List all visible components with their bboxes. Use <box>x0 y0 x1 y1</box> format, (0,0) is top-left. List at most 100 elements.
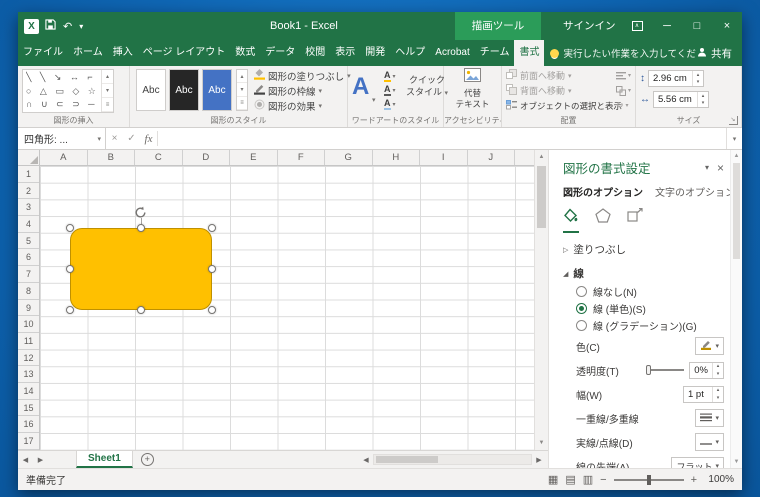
insert-function-icon[interactable]: fx <box>140 128 157 149</box>
ribbon-tab-ページ レイアウト[interactable]: ページ レイアウト <box>138 40 231 66</box>
shape-style-thumb-1[interactable]: Abc <box>136 69 166 111</box>
column-header-K[interactable]: K <box>515 150 534 165</box>
zoom-in-icon[interactable]: + <box>691 474 697 486</box>
radio-line-gradient[interactable]: 線 (グラデーション)(G) <box>576 317 724 334</box>
shape-style-thumb-2[interactable]: Abc <box>169 69 199 111</box>
quick-styles-button[interactable]: クイック スタイル ▾ <box>406 74 448 100</box>
ribbon-tab-校閲[interactable]: 校閲 <box>300 40 330 66</box>
spin-up-icon[interactable]: ▴ <box>713 387 723 395</box>
wordart-gallery-button[interactable]: A <box>352 70 369 104</box>
text-effects-button[interactable]: A▾ <box>384 97 396 111</box>
tell-me-search[interactable]: 実行したい作業を入力してください <box>550 40 697 66</box>
text-fill-button[interactable]: A▾ <box>384 69 396 83</box>
spin-up-icon[interactable]: ▴ <box>693 71 703 79</box>
formula-input[interactable] <box>158 128 726 149</box>
row-header-1[interactable]: 1 <box>18 166 39 183</box>
undo-icon[interactable]: ↶ <box>63 20 72 33</box>
tab-shape-options[interactable]: 図形のオプション <box>563 184 643 201</box>
sheet-nav-prev-icon[interactable]: ◀ <box>18 451 33 468</box>
ribbon-tab-Acrobat[interactable]: Acrobat <box>430 40 474 66</box>
column-header-I[interactable]: I <box>420 150 468 165</box>
spin-up-icon[interactable]: ▴ <box>713 363 723 371</box>
pane-options-icon[interactable]: ▾ <box>705 163 709 172</box>
sheet-nav-next-icon[interactable]: ▶ <box>33 451 48 468</box>
line-width-spinner[interactable]: 1 pt ▴▾ <box>683 386 724 403</box>
group-button[interactable]: ▾ <box>616 83 631 98</box>
column-header-D[interactable]: D <box>183 150 231 165</box>
sign-in-button[interactable]: サインイン <box>563 12 616 40</box>
pane-scroll-up-icon[interactable]: ▲ <box>731 150 742 162</box>
zoom-out-icon[interactable]: − <box>600 474 606 486</box>
effects-icon[interactable] <box>595 208 611 233</box>
resize-handle-e[interactable] <box>208 265 216 273</box>
shape-effects-button[interactable]: 図形の効果▾ <box>254 98 351 113</box>
row-header-11[interactable]: 11 <box>18 333 39 350</box>
column-header-B[interactable]: B <box>88 150 136 165</box>
ribbon-display-options-button[interactable]: ∧ <box>622 12 652 40</box>
pane-scroll-thumb[interactable] <box>733 163 740 259</box>
sheet-tab-sheet1[interactable]: Sheet1 <box>76 451 133 468</box>
vertical-scrollbar[interactable]: ▲ ▼ <box>534 150 548 450</box>
spin-down-icon[interactable]: ▾ <box>713 394 723 402</box>
line-section-header[interactable]: ◢ 線 <box>563 266 724 281</box>
shape-fill-button[interactable]: 図形の塗りつぶし▾ <box>254 68 351 83</box>
compound-type-dropdown[interactable]: ▾ <box>695 409 724 427</box>
row-header-9[interactable]: 9 <box>18 300 39 317</box>
scroll-right-icon[interactable]: ▶ <box>533 456 545 464</box>
align-button[interactable]: ▾ <box>616 68 631 83</box>
row-header-6[interactable]: 6 <box>18 249 39 266</box>
name-box-dropdown-icon[interactable]: ▾ <box>97 135 105 143</box>
shape-style-thumb-3[interactable]: Abc <box>202 69 232 111</box>
send-backward-button[interactable]: 背面へ移動▾ <box>506 83 622 98</box>
ribbon-tab-挿入[interactable]: 挿入 <box>108 40 138 66</box>
pane-scrollbar[interactable]: ▲ ▼ <box>730 150 742 468</box>
zoom-level-label[interactable]: 100% <box>704 474 734 485</box>
radio-line-none[interactable]: 線なし(N) <box>576 283 724 300</box>
formula-bar-expand-icon[interactable]: ▾ <box>726 128 742 149</box>
column-header-G[interactable]: G <box>325 150 373 165</box>
ribbon-tab-チーム[interactable]: チーム <box>475 40 515 66</box>
shape-gallery-row-2[interactable]: ○ △ ▭ ◇ ☆ → <box>26 85 99 99</box>
gallery-more-icon[interactable]: ≡ <box>102 98 113 112</box>
row-header-16[interactable]: 16 <box>18 416 39 433</box>
transparency-spinner[interactable]: 0% ▴▾ <box>689 362 724 379</box>
line-color-button[interactable]: ▾ <box>695 337 724 355</box>
normal-view-icon[interactable]: ▦ <box>548 473 558 486</box>
pane-close-icon[interactable]: × <box>717 162 724 174</box>
page-break-view-icon[interactable]: ▥ <box>583 473 593 486</box>
resize-handle-se[interactable] <box>208 306 216 314</box>
name-box[interactable]: 四角形: ... ▾ <box>18 128 106 149</box>
row-header-10[interactable]: 10 <box>18 316 39 333</box>
qat-customize-icon[interactable]: ▾ <box>79 22 83 31</box>
ribbon-tab-書式[interactable]: 書式 <box>514 40 544 66</box>
column-header-J[interactable]: J <box>468 150 516 165</box>
shape-height-spinner[interactable]: 2.96 cm ▴▾ <box>648 70 704 87</box>
scroll-up-icon[interactable]: ▲ <box>535 150 548 164</box>
row-header-14[interactable]: 14 <box>18 383 39 400</box>
dash-type-dropdown[interactable]: ▾ <box>695 433 724 451</box>
style-more-icon[interactable]: ≡ <box>237 97 247 110</box>
gallery-down-icon[interactable]: ▾ <box>102 84 113 98</box>
pane-scroll-down-icon[interactable]: ▼ <box>731 456 742 468</box>
close-button[interactable]: × <box>712 12 742 40</box>
shape-gallery-row-1[interactable]: ╲ ╲ ↘ ↔ ⌐ □ <box>26 71 99 85</box>
spin-down-icon[interactable]: ▾ <box>693 79 703 87</box>
ribbon-tab-ファイル[interactable]: ファイル <box>18 40 68 66</box>
rotate-button[interactable]: ↻▾ <box>616 98 631 113</box>
resize-handle-ne[interactable] <box>208 224 216 232</box>
column-header-E[interactable]: E <box>230 150 278 165</box>
alt-text-button[interactable]: 代替 テキスト <box>444 68 501 109</box>
row-header-15[interactable]: 15 <box>18 400 39 417</box>
ribbon-tab-数式[interactable]: 数式 <box>230 40 260 66</box>
tab-text-options[interactable]: 文字のオプション <box>655 184 735 201</box>
spin-down-icon[interactable]: ▾ <box>713 370 723 378</box>
bring-forward-button[interactable]: 前面へ移動▾ <box>506 68 622 83</box>
selected-shape[interactable] <box>70 228 212 310</box>
minimize-button[interactable]: ─ <box>652 12 682 40</box>
row-header-7[interactable]: 7 <box>18 266 39 283</box>
gallery-up-icon[interactable]: ▴ <box>102 70 113 84</box>
transparency-slider[interactable] <box>646 364 684 376</box>
shape-width-spinner[interactable]: 5.56 cm ▴▾ <box>653 91 709 108</box>
share-button[interactable]: 共有 <box>697 40 742 66</box>
horizontal-scroll-thumb[interactable] <box>376 456 438 463</box>
